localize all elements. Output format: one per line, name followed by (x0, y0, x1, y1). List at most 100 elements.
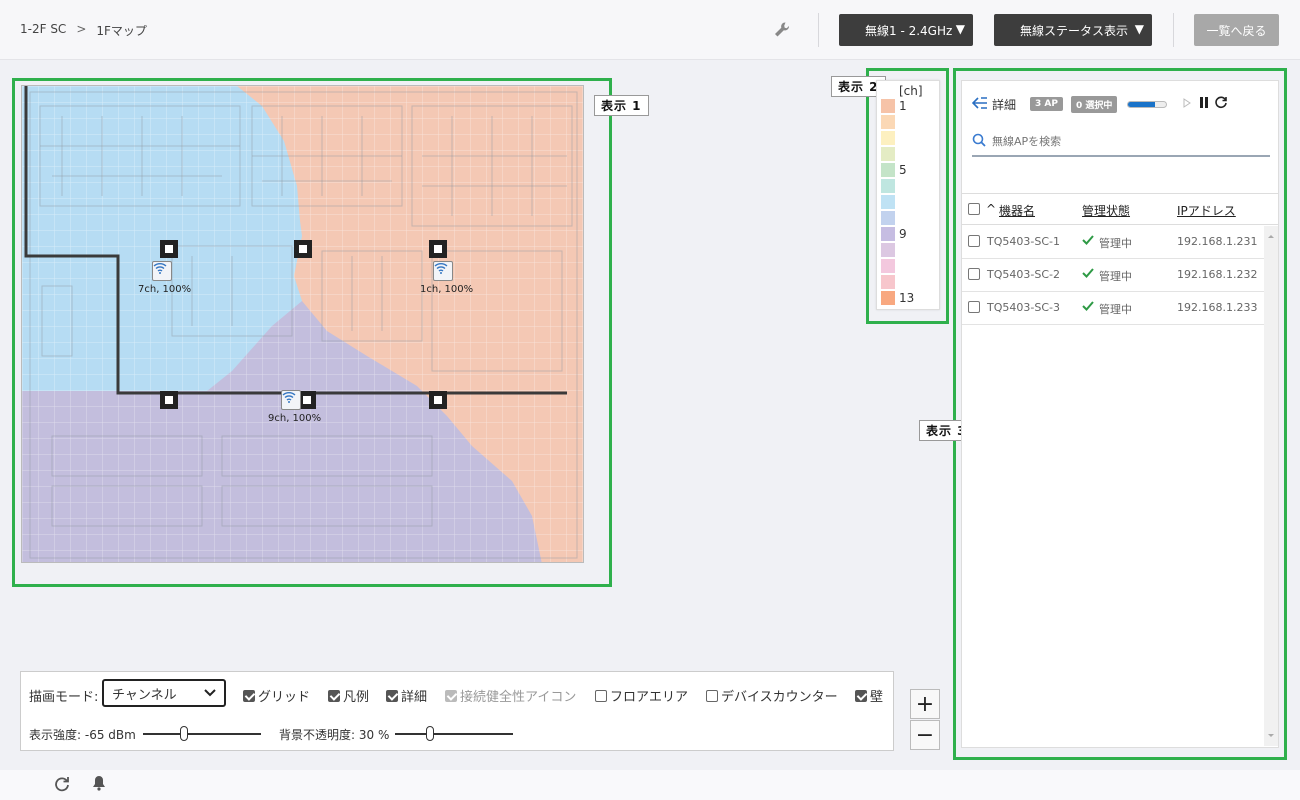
legend-swatch (881, 99, 895, 113)
wifi-icon[interactable] (433, 261, 453, 281)
ap-ip: 192.168.1.233 (1177, 301, 1258, 314)
pause-icon[interactable] (1199, 97, 1209, 111)
strength-label: 表示強度: -65 dBm (29, 728, 136, 742)
check-icon (1082, 301, 1094, 314)
legend-swatch (881, 131, 895, 145)
check-icon (1082, 235, 1094, 248)
ap-count-badge: 3 AP (1030, 97, 1063, 111)
ap-name: TQ5403-SC-1 (987, 235, 1060, 248)
band-select[interactable]: 無線1 - 2.4GHz ▼ (839, 14, 973, 46)
chevron-down-icon (204, 686, 216, 701)
reload-icon[interactable] (54, 776, 70, 795)
opacity-slider[interactable] (395, 733, 513, 735)
row-checkbox[interactable] (968, 301, 980, 313)
option-label: デバイスカウンター (721, 690, 838, 705)
option-label: 凡例 (343, 690, 370, 705)
strength-slider-thumb[interactable] (180, 726, 189, 741)
wall-node[interactable] (294, 240, 312, 258)
bell-icon[interactable] (92, 775, 106, 794)
checkbox[interactable] (328, 689, 340, 702)
table-row[interactable]: TQ5403-SC-3 管理中 192.168.1.233 (962, 292, 1264, 325)
ap-search[interactable] (972, 127, 1270, 157)
wall-node[interactable] (429, 391, 447, 409)
wall-node[interactable] (160, 391, 178, 409)
legend-label-1: 1 (899, 99, 907, 113)
checkbox[interactable] (855, 689, 867, 702)
checkbox[interactable] (243, 689, 255, 702)
collapse-left-icon[interactable] (971, 96, 988, 112)
ap-name: TQ5403-SC-2 (987, 268, 1060, 281)
table-row[interactable]: TQ5403-SC-2 管理中 192.168.1.232 (962, 259, 1264, 292)
checkbox[interactable] (706, 689, 718, 702)
opacity-label: 背景不透明度: 30 % (279, 728, 390, 742)
row-checkbox[interactable] (968, 235, 980, 247)
selected-count-badge: 0 選択中 (1070, 95, 1118, 113)
ap-status: 管理中 (1099, 270, 1132, 283)
legend-swatch (881, 243, 895, 257)
column-status[interactable]: 管理状態 (1082, 202, 1130, 219)
wifi-icon[interactable] (152, 261, 172, 281)
ap-ip: 192.168.1.232 (1177, 268, 1258, 281)
chevron-down-icon: ▼ (955, 22, 965, 36)
connection-health-checkbox[interactable]: 接続健全性アイコン (445, 686, 576, 705)
floor-area-checkbox[interactable]: フロアエリア (595, 686, 688, 705)
zoom-in-button[interactable]: + (910, 689, 940, 719)
device-counter-checkbox[interactable]: デバイスカウンター (706, 686, 838, 705)
table-row[interactable]: TQ5403-SC-1 管理中 192.168.1.231 (962, 226, 1264, 259)
legend-swatch (881, 179, 895, 193)
opacity-slider-thumb[interactable] (426, 726, 435, 741)
option-label: 壁 (870, 690, 884, 705)
back-to-list-button[interactable]: 一覧へ戻る (1194, 14, 1279, 46)
chevron-down-icon: ▼ (1134, 22, 1144, 36)
check-icon (1082, 268, 1094, 281)
select-all-checkbox[interactable] (968, 203, 980, 215)
panel-toolbar: 詳細 3 AP 0 選択中 (971, 95, 1272, 113)
footer-bar (0, 770, 1300, 800)
row-checkbox[interactable] (968, 268, 980, 280)
details-label[interactable]: 詳細 (992, 96, 1016, 113)
ap-name: TQ5403-SC-3 (987, 301, 1060, 314)
legend-swatch (881, 275, 895, 289)
search-input[interactable] (992, 134, 1252, 148)
wrench-icon[interactable] (772, 20, 792, 40)
legend-checkbox[interactable]: 凡例 (328, 686, 369, 705)
legend-swatch (881, 115, 895, 129)
draw-mode-select[interactable]: チャンネル (102, 679, 226, 707)
status-display-select[interactable]: 無線ステータス表示 ▼ (994, 14, 1152, 46)
grid-checkbox[interactable]: グリッド (243, 686, 310, 705)
details-checkbox[interactable]: 詳細 (386, 686, 427, 705)
search-icon (972, 133, 986, 150)
progress-fill (1128, 101, 1155, 107)
play-icon[interactable] (1183, 97, 1192, 111)
checkbox[interactable] (386, 689, 398, 702)
floor-map[interactable]: 7ch, 100% 1ch, 100% 9ch, 100% (21, 85, 584, 563)
legend-swatch (881, 163, 895, 177)
checkbox[interactable] (445, 689, 457, 702)
legend-swatch (881, 291, 895, 305)
strength-slider[interactable] (143, 733, 261, 735)
wall-node[interactable] (160, 240, 178, 258)
option-label: 接続健全性アイコン (460, 690, 577, 705)
checkbox[interactable] (595, 689, 607, 702)
column-name[interactable]: 機器名 (999, 202, 1035, 219)
zoom-out-button[interactable]: − (910, 720, 940, 750)
ap-label: 9ch, 100% (268, 413, 322, 424)
column-ip[interactable]: IPアドレス (1177, 202, 1236, 219)
legend-swatch (881, 259, 895, 273)
legend-unit: [ch] (899, 84, 923, 98)
breadcrumb: 1-2F SC > 1Fマップ (20, 22, 147, 39)
legend-swatch (881, 227, 895, 241)
legend-label-5: 5 (899, 163, 907, 177)
draw-mode-label: 描画モード: (29, 690, 99, 705)
breadcrumb-root[interactable]: 1-2F SC (20, 22, 66, 39)
draw-mode-value: チャンネル (112, 687, 177, 703)
ap-label: 7ch, 100% (138, 284, 192, 295)
list-scrollbar[interactable] (1264, 226, 1278, 746)
legend-label-9: 9 (899, 227, 907, 241)
wifi-icon[interactable] (281, 390, 301, 410)
wall-node[interactable] (429, 240, 447, 258)
refresh-icon[interactable] (1214, 95, 1228, 113)
legend-swatch (881, 195, 895, 209)
map-control-panel: 描画モード: チャンネル グリッド 凡例 詳細 接続健全性アイコン フロアエリア… (20, 671, 894, 751)
wall-checkbox[interactable]: 壁 (855, 686, 883, 705)
